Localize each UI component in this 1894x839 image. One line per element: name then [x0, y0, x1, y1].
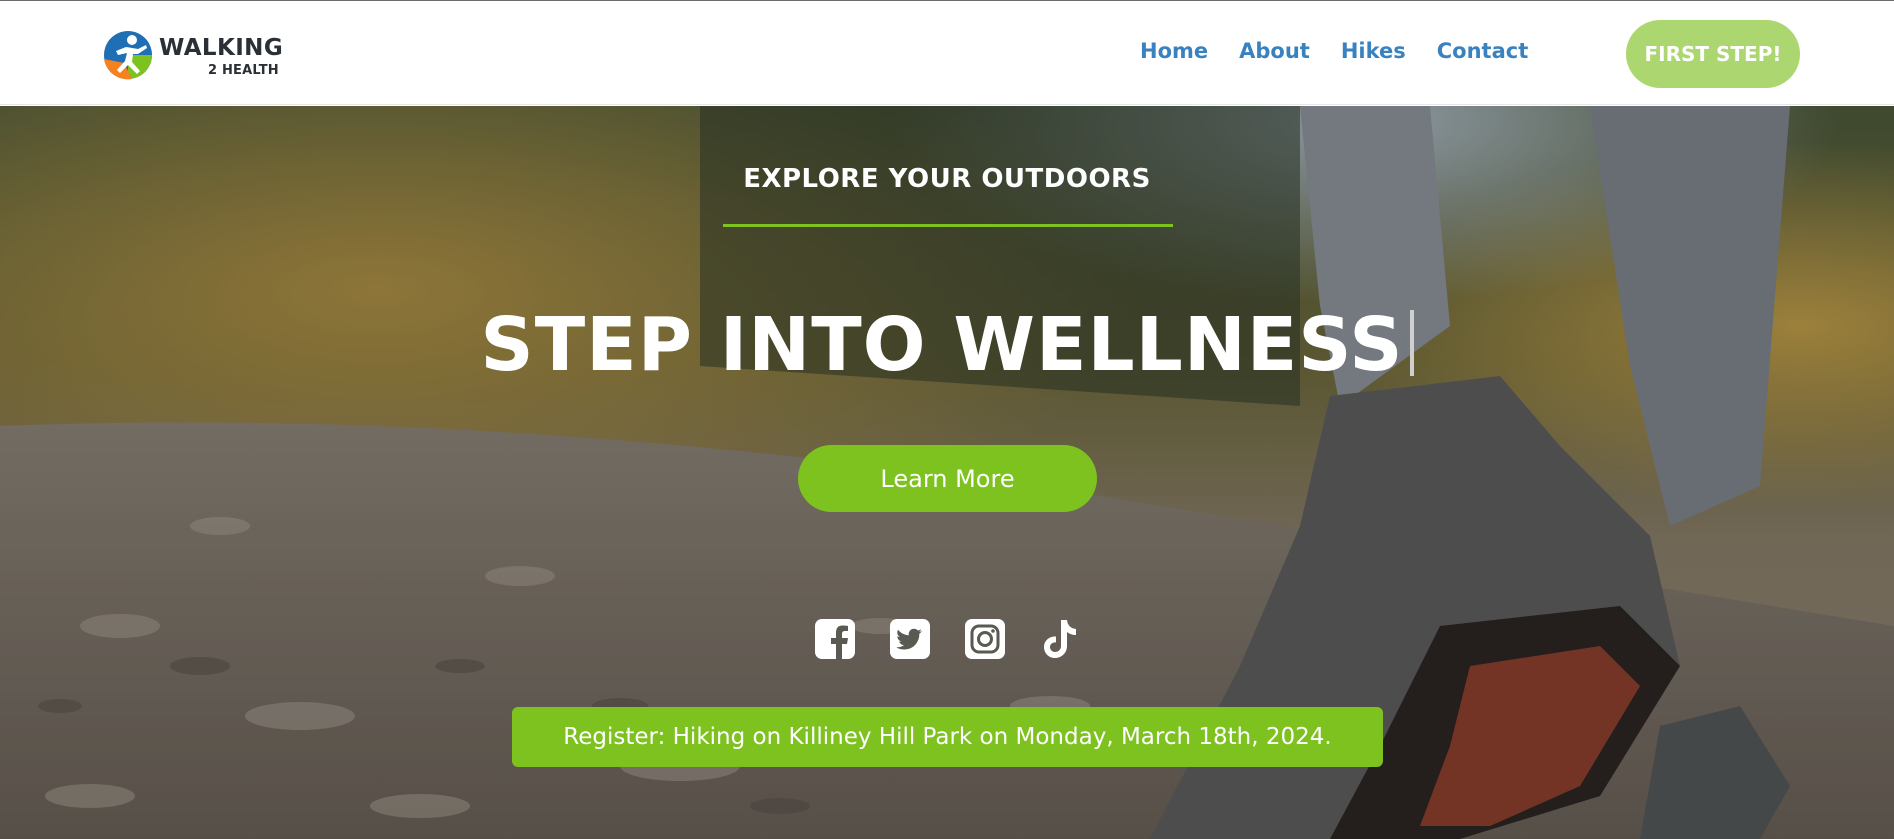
typing-caret: [1409, 310, 1414, 376]
site-logo[interactable]: WALKING 2 HEALTH: [102, 27, 302, 83]
social-links: [814, 618, 1084, 664]
tiktok-icon[interactable]: [1039, 618, 1081, 660]
nav-hikes[interactable]: Hikes: [1341, 39, 1406, 63]
learn-more-button[interactable]: Learn More: [798, 445, 1097, 512]
first-step-button[interactable]: FIRST STEP!: [1626, 20, 1800, 88]
eyebrow-divider: [723, 224, 1173, 227]
hero-eyebrow: EXPLORE YOUR OUTDOORS: [743, 164, 1151, 194]
hero-headline-text: STEP INTO WELLNESS: [480, 302, 1404, 388]
site-header: WALKING 2 HEALTH Home About Hikes Contac…: [0, 1, 1894, 105]
nav-contact[interactable]: Contact: [1437, 39, 1529, 63]
logo-wordmark: WALKING: [159, 35, 284, 61]
instagram-icon[interactable]: [964, 618, 1006, 660]
twitter-icon[interactable]: [889, 618, 931, 660]
logo-tagline: 2 HEALTH: [208, 63, 279, 78]
nav-about[interactable]: About: [1239, 39, 1310, 63]
hero-section: EXPLORE YOUR OUTDOORS STEP INTO WELLNESS…: [0, 106, 1894, 839]
walker-logo-icon: [104, 31, 152, 80]
hero-headline: STEP INTO WELLNESS: [0, 302, 1894, 388]
nav-home[interactable]: Home: [1140, 39, 1208, 63]
main-nav: Home About Hikes Contact: [1140, 39, 1559, 63]
register-banner[interactable]: Register: Hiking on Killiney Hill Park o…: [512, 707, 1383, 767]
facebook-icon[interactable]: [814, 618, 856, 660]
